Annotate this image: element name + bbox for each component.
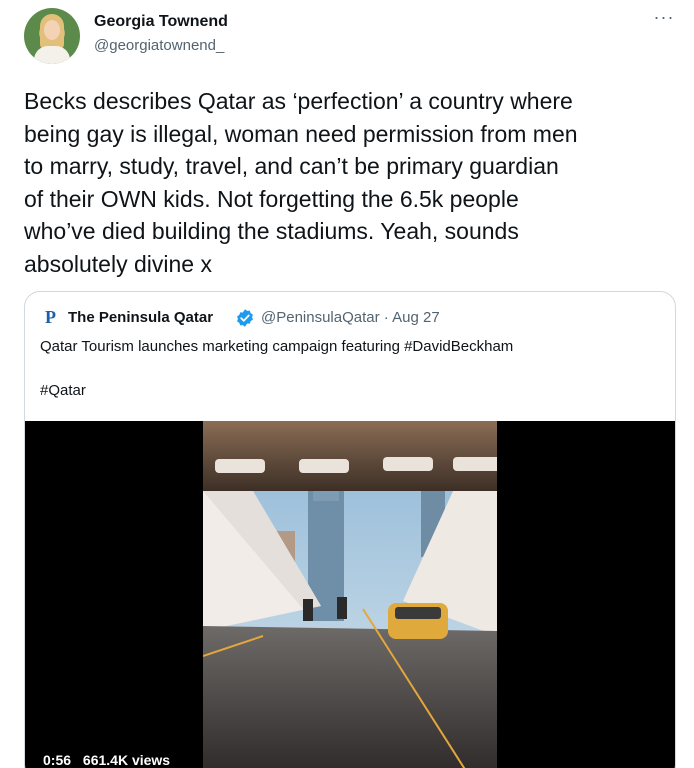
video-duration: 0:56 [43,752,72,768]
video-player[interactable]: 0:56 661.4K views [25,421,675,768]
author-name[interactable]: Georgia Townend [94,13,228,31]
peninsula-logo: P [45,307,56,327]
more-horizontal-icon[interactable]: ··· [650,8,678,30]
video-meta: 0:56 661.4K views [43,752,178,768]
video-views: 661.4K views [82,752,171,768]
video-thumbnail [203,421,497,768]
tweet[interactable]: Georgia Townend @georgiatownend_ ··· Bec… [0,0,694,768]
verified-badge-icon [237,309,253,327]
avatar[interactable] [24,8,80,64]
quoted-tweet[interactable]: P The Peninsula Qatar @PeninsulaQatar · … [24,291,676,768]
avatar-body [34,46,70,64]
quoted-author-name[interactable]: The Peninsula Qatar [68,309,213,326]
author-handle[interactable]: @georgiatownend_ [94,37,224,54]
quoted-hashtag[interactable]: #Qatar [40,382,86,399]
video-frame [203,421,497,768]
tweet-text: Becks describes Qatar as ‘perfection’ a … [24,88,578,277]
avatar-face [44,20,60,40]
quoted-handle-date[interactable]: @PeninsulaQatar · Aug 27 [261,309,440,326]
quoted-text: Qatar Tourism launches marketing campaig… [40,338,514,355]
